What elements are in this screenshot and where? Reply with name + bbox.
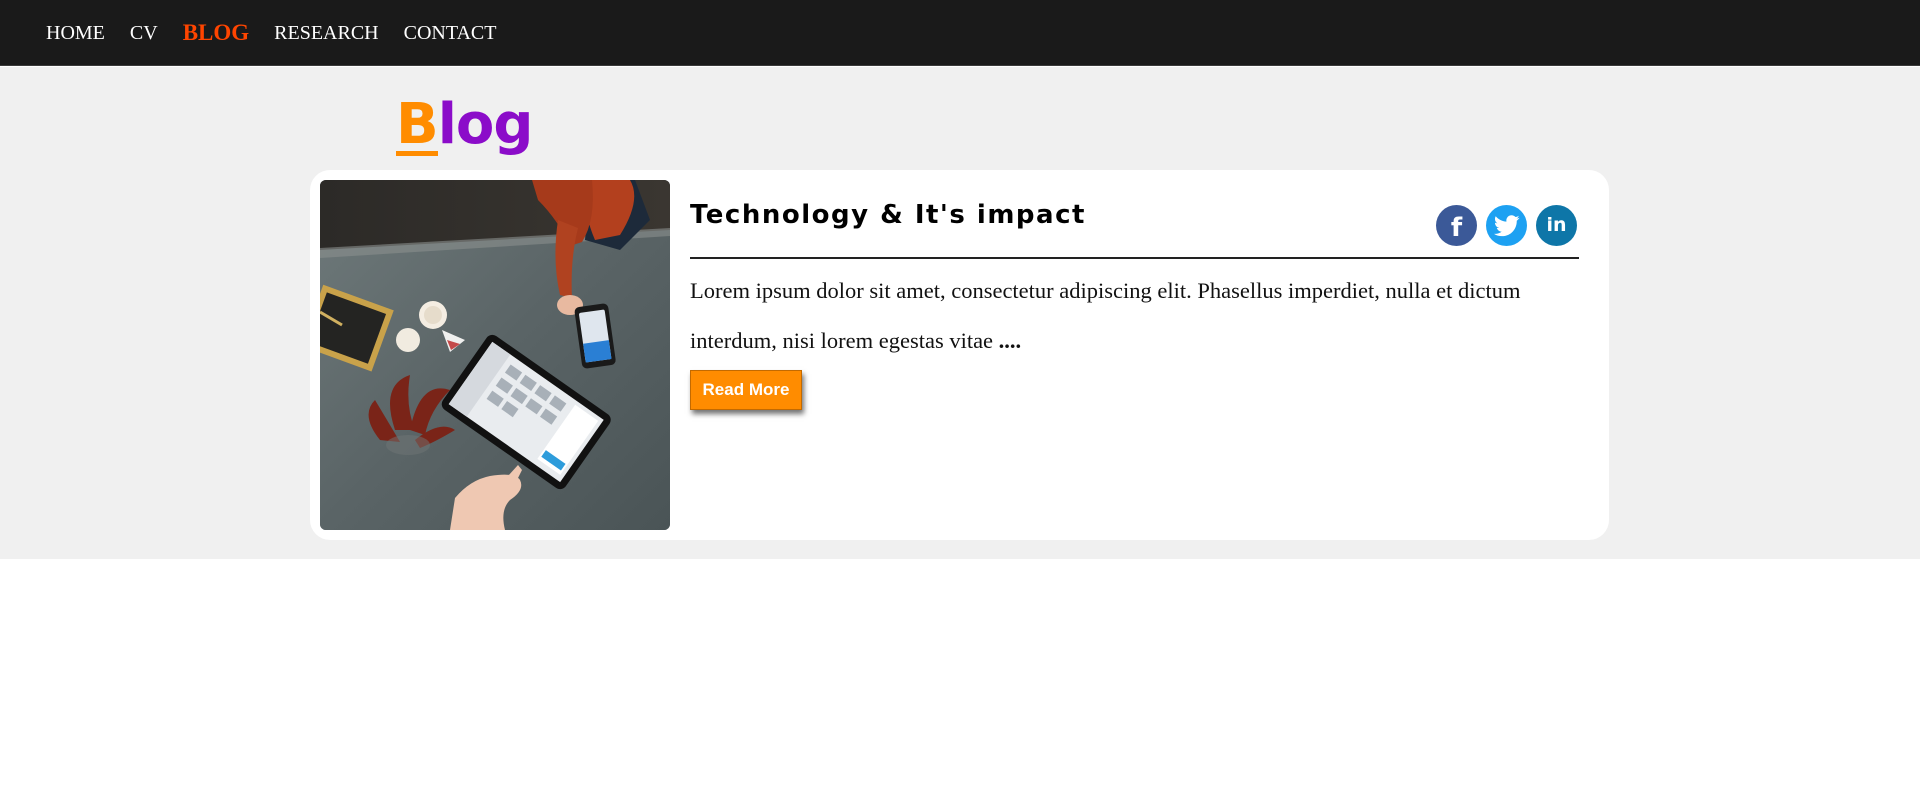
post-title[interactable]: Technology & It's impact — [690, 200, 1086, 230]
twitter-share-button[interactable] — [1486, 205, 1527, 246]
page-title-initial: B — [396, 92, 439, 157]
nav-contact-link[interactable]: CONTACT — [404, 23, 497, 43]
linkedin-share-button[interactable]: in — [1536, 205, 1577, 246]
nav-blog-link[interactable]: BLOG — [183, 21, 249, 44]
page-title: Blog — [396, 92, 533, 157]
post-image[interactable] — [320, 180, 670, 530]
post-excerpt: Lorem ipsum dolor sit amet, consectetur … — [690, 266, 1582, 366]
post-excerpt-ellipsis: .... — [998, 328, 1022, 353]
facebook-share-button[interactable]: f — [1436, 205, 1477, 246]
top-navbar: HOME CV BLOG RESEARCH CONTACT — [0, 0, 1920, 66]
post-excerpt-text: Lorem ipsum dolor sit amet, consectetur … — [690, 278, 1521, 353]
linkedin-icon: in — [1546, 214, 1567, 236]
social-share-group: f in — [1436, 205, 1577, 246]
facebook-icon: f — [1450, 212, 1463, 243]
nav-research-link[interactable]: RESEARCH — [274, 23, 378, 43]
title-divider — [690, 257, 1579, 259]
nav-home-link[interactable]: HOME — [46, 23, 105, 43]
read-more-button[interactable]: Read More — [690, 370, 802, 410]
tablet-phone-photo-icon — [320, 180, 670, 530]
nav-cv-link[interactable]: CV — [130, 23, 158, 43]
twitter-icon — [1493, 214, 1520, 236]
page-title-rest: log — [437, 92, 534, 157]
blog-post-card: Technology & It's impact f in Lorem ipsu… — [310, 170, 1609, 540]
